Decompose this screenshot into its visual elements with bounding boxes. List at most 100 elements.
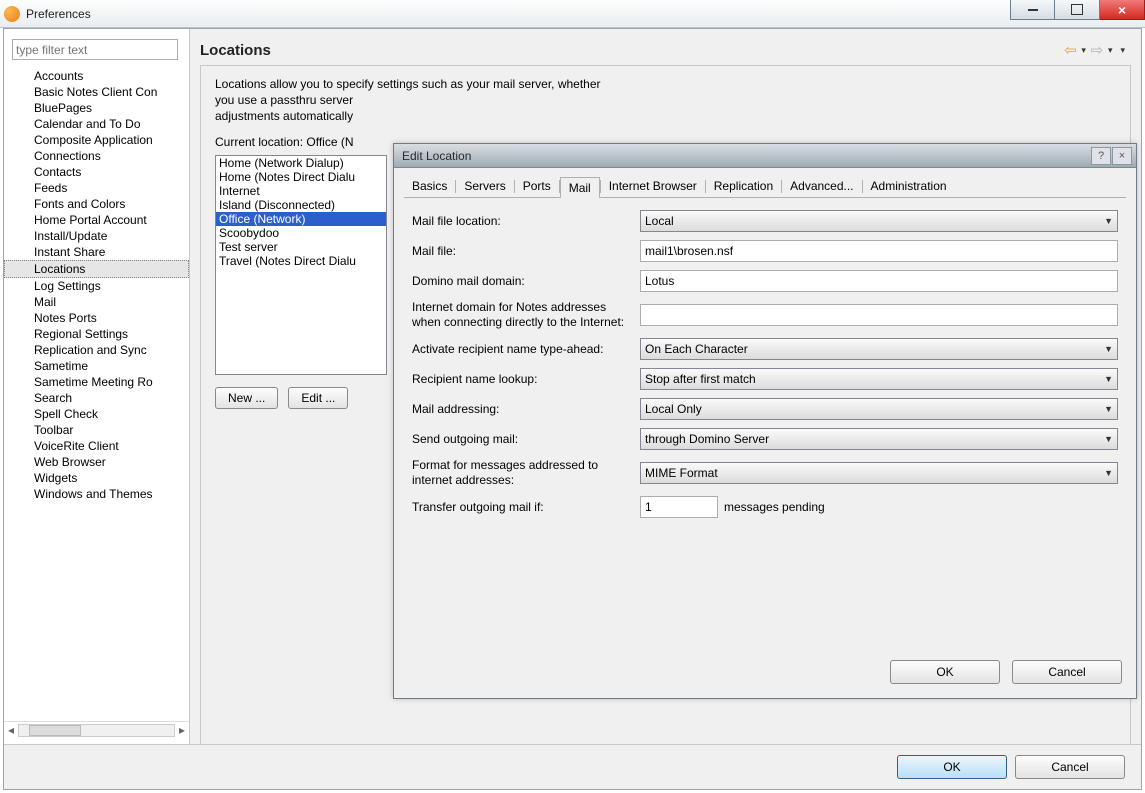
back-menu-icon[interactable]: ▾ <box>1081 45 1086 56</box>
lookup-select[interactable]: Stop after first match ▼ <box>640 368 1118 390</box>
location-item[interactable]: Scoobydoo <box>216 226 386 240</box>
location-item[interactable]: Travel (Notes Direct Dialu <box>216 254 386 268</box>
dialog-body: Mail file location: Local ▼ Mail file: D… <box>404 197 1126 652</box>
tree-item[interactable]: Log Settings <box>4 278 189 294</box>
tree-item[interactable]: Home Portal Account <box>4 212 189 228</box>
tab-replication[interactable]: Replication <box>706 176 781 197</box>
location-item[interactable]: Office (Network) <box>216 212 386 226</box>
tree-item[interactable]: Feeds <box>4 180 189 196</box>
tree-scrollbar[interactable]: ◂ ▸ <box>4 721 189 738</box>
chevron-down-icon: ▼ <box>1104 468 1113 478</box>
scroll-track[interactable] <box>18 724 175 737</box>
mail-file-location-value: Local <box>645 214 674 228</box>
tree-item[interactable]: Notes Ports <box>4 310 189 326</box>
tree-item[interactable]: Sametime Meeting Ro <box>4 374 189 390</box>
chevron-down-icon: ▼ <box>1104 344 1113 354</box>
lookup-label: Recipient name lookup: <box>412 372 640 387</box>
domino-domain-input[interactable] <box>640 270 1118 292</box>
location-item[interactable]: Test server <box>216 240 386 254</box>
tree[interactable]: AccountsBasic Notes Client ConBluePagesC… <box>4 64 189 721</box>
lookup-value: Stop after first match <box>645 372 756 386</box>
tab-advanced-[interactable]: Advanced... <box>782 176 861 197</box>
typeahead-label: Activate recipient name type-ahead: <box>412 342 640 357</box>
tree-item[interactable]: BluePages <box>4 100 189 116</box>
send-outgoing-label: Send outgoing mail: <box>412 432 640 447</box>
location-item[interactable]: Home (Notes Direct Dialu <box>216 170 386 184</box>
minimize-button[interactable] <box>1010 0 1055 20</box>
maximize-button[interactable] <box>1055 0 1100 20</box>
tab-servers[interactable]: Servers <box>456 176 513 197</box>
tree-item[interactable]: Spell Check <box>4 406 189 422</box>
close-button[interactable]: × <box>1100 0 1145 20</box>
format-select[interactable]: MIME Format ▼ <box>640 462 1118 484</box>
preferences-bottom-bar: OK Cancel <box>4 744 1141 789</box>
tree-item[interactable]: Replication and Sync <box>4 342 189 358</box>
tab-basics[interactable]: Basics <box>404 176 455 197</box>
send-outgoing-select[interactable]: through Domino Server ▼ <box>640 428 1118 450</box>
tree-item[interactable]: Calendar and To Do <box>4 116 189 132</box>
tree-item[interactable]: Install/Update <box>4 228 189 244</box>
filter-input[interactable] <box>12 39 178 60</box>
app-icon <box>4 6 20 22</box>
typeahead-select[interactable]: On Each Character ▼ <box>640 338 1118 360</box>
tab-administration[interactable]: Administration <box>863 176 955 197</box>
main-header: Locations ⇦ ▾ ⇨ ▾ ▾ <box>198 29 1133 65</box>
mail-file-location-label: Mail file location: <box>412 214 640 229</box>
back-icon[interactable]: ⇦ <box>1061 41 1079 59</box>
tree-item[interactable]: Basic Notes Client Con <box>4 84 189 100</box>
tree-item[interactable]: Fonts and Colors <box>4 196 189 212</box>
tree-item[interactable]: Sametime <box>4 358 189 374</box>
forward-menu-icon[interactable]: ▾ <box>1108 45 1113 56</box>
tree-item[interactable]: Locations <box>4 260 189 278</box>
mail-addressing-value: Local Only <box>645 402 702 416</box>
help-button[interactable]: ? <box>1091 147 1111 165</box>
dialog-cancel-button[interactable]: Cancel <box>1012 660 1122 684</box>
mail-addressing-label: Mail addressing: <box>412 402 640 417</box>
edit-button[interactable]: Edit ... <box>288 387 348 409</box>
format-value: MIME Format <box>645 466 718 480</box>
dialog-bottom: OK Cancel <box>394 652 1136 698</box>
dialog-close-button[interactable]: × <box>1112 147 1132 165</box>
tree-item[interactable]: Web Browser <box>4 454 189 470</box>
tree-item[interactable]: Windows and Themes <box>4 486 189 502</box>
tab-internet-browser[interactable]: Internet Browser <box>601 176 705 197</box>
tree-item[interactable]: Widgets <box>4 470 189 486</box>
tab-mail[interactable]: Mail <box>560 177 600 198</box>
typeahead-value: On Each Character <box>645 342 748 356</box>
transfer-label: Transfer outgoing mail if: <box>412 500 640 515</box>
locations-list[interactable]: Home (Network Dialup)Home (Notes Direct … <box>215 155 387 375</box>
tree-item[interactable]: Accounts <box>4 68 189 84</box>
transfer-input[interactable] <box>640 496 718 518</box>
forward-icon[interactable]: ⇨ <box>1088 41 1106 59</box>
domino-domain-label: Domino mail domain: <box>412 274 640 289</box>
window-controls: × <box>1010 0 1145 20</box>
send-outgoing-value: through Domino Server <box>645 432 769 446</box>
new-button[interactable]: New ... <box>215 387 278 409</box>
location-item[interactable]: Island (Disconnected) <box>216 198 386 212</box>
tree-item[interactable]: Search <box>4 390 189 406</box>
tab-bar: BasicsServersPortsMailInternet BrowserRe… <box>394 168 1136 197</box>
mail-file-location-select[interactable]: Local ▼ <box>640 210 1118 232</box>
tree-item[interactable]: Connections <box>4 148 189 164</box>
tab-ports[interactable]: Ports <box>515 176 559 197</box>
dialog-ok-button[interactable]: OK <box>890 660 1000 684</box>
mail-file-input[interactable] <box>640 240 1118 262</box>
chevron-down-icon: ▼ <box>1104 404 1113 414</box>
close-icon: × <box>1118 2 1126 18</box>
tree-item[interactable]: Contacts <box>4 164 189 180</box>
nav-arrows: ⇦ ▾ ⇨ ▾ ▾ <box>1061 41 1125 59</box>
cancel-button[interactable]: Cancel <box>1015 755 1125 779</box>
mail-addressing-select[interactable]: Local Only ▼ <box>640 398 1118 420</box>
tree-item[interactable]: Composite Application <box>4 132 189 148</box>
tree-item[interactable]: Instant Share <box>4 244 189 260</box>
internet-domain-input[interactable] <box>640 304 1118 326</box>
location-item[interactable]: Home (Network Dialup) <box>216 156 386 170</box>
view-menu-icon[interactable]: ▾ <box>1120 45 1125 56</box>
tree-item[interactable]: Regional Settings <box>4 326 189 342</box>
ok-button[interactable]: OK <box>897 755 1007 779</box>
tree-item[interactable]: Mail <box>4 294 189 310</box>
tree-item[interactable]: VoiceRite Client <box>4 438 189 454</box>
dialog-titlebar[interactable]: Edit Location ? × <box>394 144 1136 168</box>
tree-item[interactable]: Toolbar <box>4 422 189 438</box>
location-item[interactable]: Internet <box>216 184 386 198</box>
